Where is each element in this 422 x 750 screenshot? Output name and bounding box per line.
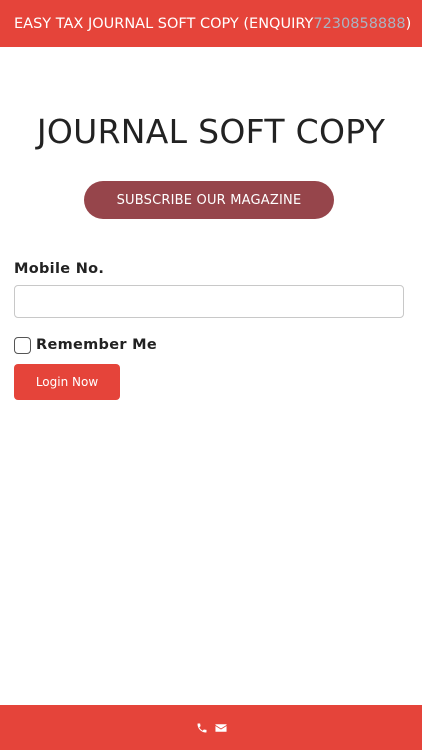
subscribe-button[interactable]: SUBSCRIBE OUR MAGAZINE [84, 181, 334, 219]
mobile-label: Mobile No. [14, 261, 105, 277]
mobile-input[interactable] [14, 285, 404, 318]
top-bar-title-suffix: ) [405, 15, 412, 32]
envelope-icon[interactable] [214, 722, 227, 734]
phone-icon[interactable] [196, 722, 208, 734]
remember-row[interactable]: Remember Me [14, 334, 157, 356]
login-button[interactable]: Login Now [14, 364, 120, 400]
page-title: JOURNAL SOFT COPY [36, 112, 386, 151]
remember-checkbox[interactable] [14, 336, 31, 354]
top-bar: EASY TAX JOURNAL SOFT COPY (ENQUIRY 7230… [0, 0, 422, 47]
page: EASY TAX JOURNAL SOFT COPY (ENQUIRY 7230… [0, 0, 422, 750]
enquiry-phone-link[interactable]: 7230858888 [313, 16, 405, 32]
bottom-bar [0, 705, 422, 750]
remember-label: Remember Me [36, 337, 158, 353]
top-bar-title: EASY TAX JOURNAL SOFT COPY (ENQUIRY [14, 15, 314, 32]
